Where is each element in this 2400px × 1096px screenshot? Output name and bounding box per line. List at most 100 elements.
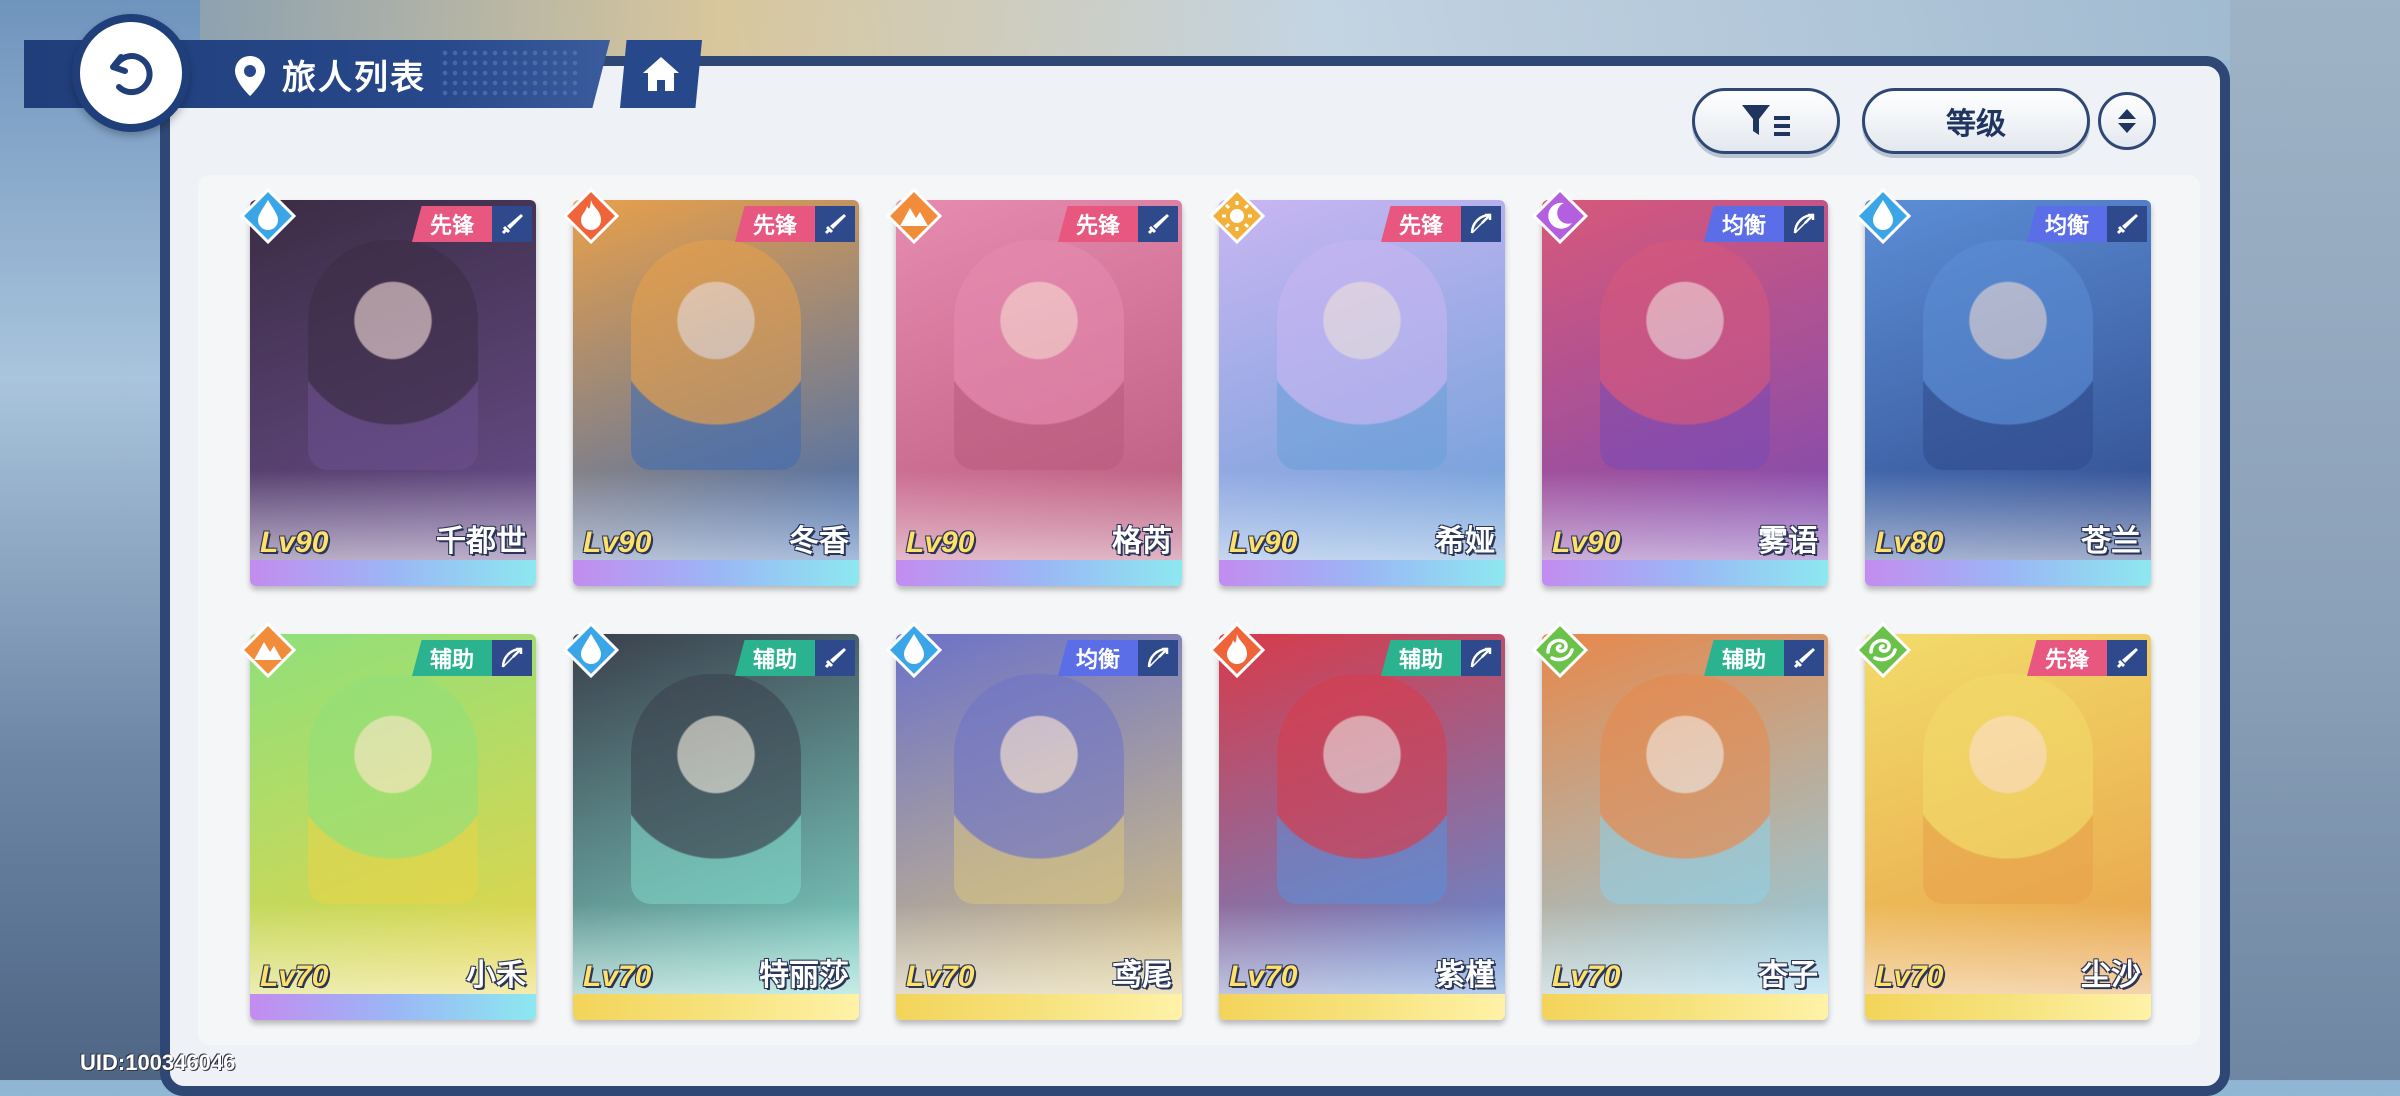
sword-icon [2107,640,2147,676]
character-name: 格芮 [1112,525,1172,558]
role-tag: 先锋 [411,206,492,242]
character-level: Lv70 [583,960,652,993]
character-portrait [896,200,1182,560]
bow-icon [492,640,532,676]
wind-element-icon [1531,621,1589,679]
role-tag: 先锋 [2026,640,2107,676]
character-name: 千都世 [436,525,526,558]
character-name: 杏子 [1758,959,1818,992]
sword-icon [815,640,855,676]
character-name: 冬香 [789,525,849,558]
character-level: Lv70 [1229,960,1298,993]
water-element-icon [885,621,943,679]
bow-icon [1461,640,1501,676]
role-tag: 均衡 [1057,640,1138,676]
character-card[interactable]: 辅助 Lv70 特丽莎 [562,621,859,1020]
sort-descending-icon [2118,123,2136,133]
character-card[interactable]: 先锋 Lv90 希娅 [1208,187,1505,586]
filter-icon [1742,105,1790,136]
rarity-bar [250,560,536,586]
character-portrait [1542,634,1828,994]
character-level: Lv90 [1552,526,1621,559]
rarity-bar [1542,560,1828,586]
home-button[interactable] [620,40,702,108]
rarity-bar [896,994,1182,1020]
character-card[interactable]: 均衡 Lv90 雾语 [1531,187,1828,586]
character-card[interactable]: 均衡 Lv80 苍兰 [1854,187,2151,586]
page-title: 旅人列表 [282,59,426,97]
character-portrait [573,200,859,560]
rarity-bar [573,994,859,1020]
rarity-bar [250,994,536,1020]
water-element-icon [562,621,620,679]
sword-icon [2107,206,2147,242]
character-card[interactable]: 先锋 Lv70 尘沙 [1854,621,2151,1020]
sort-by-level-button[interactable]: 等级 [1862,88,2090,154]
water-element-icon [239,187,297,245]
role-tag: 辅助 [1703,640,1784,676]
role-tag: 先锋 [1380,206,1461,242]
sword-icon [1784,640,1824,676]
rarity-bar [1219,560,1505,586]
character-level: Lv70 [1875,960,1944,993]
sword-icon [492,206,532,242]
back-button[interactable] [72,14,190,132]
earth-element-icon [239,621,297,679]
fire-element-icon [1208,621,1266,679]
back-arrow-icon [110,53,153,96]
uid-label: UID:100346046 [80,1050,236,1075]
character-card[interactable]: 辅助 Lv70 紫槿 [1208,621,1505,1020]
character-portrait [573,634,859,994]
character-name: 特丽莎 [759,959,849,992]
character-name: 苍兰 [2081,525,2141,558]
character-level: Lv70 [1552,960,1621,993]
rarity-bar [1219,994,1505,1020]
rarity-bar [1865,994,2151,1020]
character-grid: 先锋 Lv90 千都世 先锋 Lv90 冬香 先锋 Lv90 格芮 先锋 Lv90 希娅 均衡 Lv90 雾… [239,187,2151,1020]
role-tag: 辅助 [411,640,492,676]
light-element-icon [1208,187,1266,245]
fire-element-icon [562,187,620,245]
bow-icon [1461,206,1501,242]
character-level: Lv80 [1875,526,1944,559]
sort-ascending-icon [2118,109,2136,119]
earth-element-icon [885,187,943,245]
character-level: Lv70 [260,960,329,993]
filter-button[interactable] [1692,88,1840,154]
character-level: Lv90 [260,526,329,559]
bow-icon [1138,640,1178,676]
character-portrait [250,634,536,994]
rarity-bar [573,560,859,586]
character-level: Lv90 [906,526,975,559]
home-icon [643,57,679,91]
character-card[interactable]: 辅助 Lv70 杏子 [1531,621,1828,1020]
character-card[interactable]: 先锋 Lv90 千都世 [239,187,536,586]
rarity-bar [1542,994,1828,1020]
character-name: 紫槿 [1435,959,1495,992]
character-level: Lv90 [583,526,652,559]
water-element-icon [1854,187,1912,245]
character-portrait [896,634,1182,994]
character-name: 小禾 [466,959,526,992]
character-card[interactable]: 均衡 Lv70 鸢尾 [885,621,1182,1020]
sort-order-toggle[interactable] [2098,92,2156,150]
character-name: 鸢尾 [1112,959,1172,992]
character-card[interactable]: 先锋 Lv90 格芮 [885,187,1182,586]
character-portrait [1865,200,2151,560]
role-tag: 辅助 [734,640,815,676]
wind-element-icon [1854,621,1912,679]
character-card[interactable]: 先锋 Lv90 冬香 [562,187,859,586]
character-card[interactable]: 辅助 Lv70 小禾 [239,621,536,1020]
character-level: Lv90 [1229,526,1298,559]
character-portrait [1542,200,1828,560]
role-tag: 先锋 [1057,206,1138,242]
rarity-bar [896,560,1182,586]
background-right [2230,0,2400,1080]
character-portrait [1865,634,2151,994]
character-name: 尘沙 [2081,959,2141,992]
bow-icon [1784,206,1824,242]
character-portrait [250,200,536,560]
sword-icon [1138,206,1178,242]
dark-element-icon [1531,187,1589,245]
role-tag: 先锋 [734,206,815,242]
